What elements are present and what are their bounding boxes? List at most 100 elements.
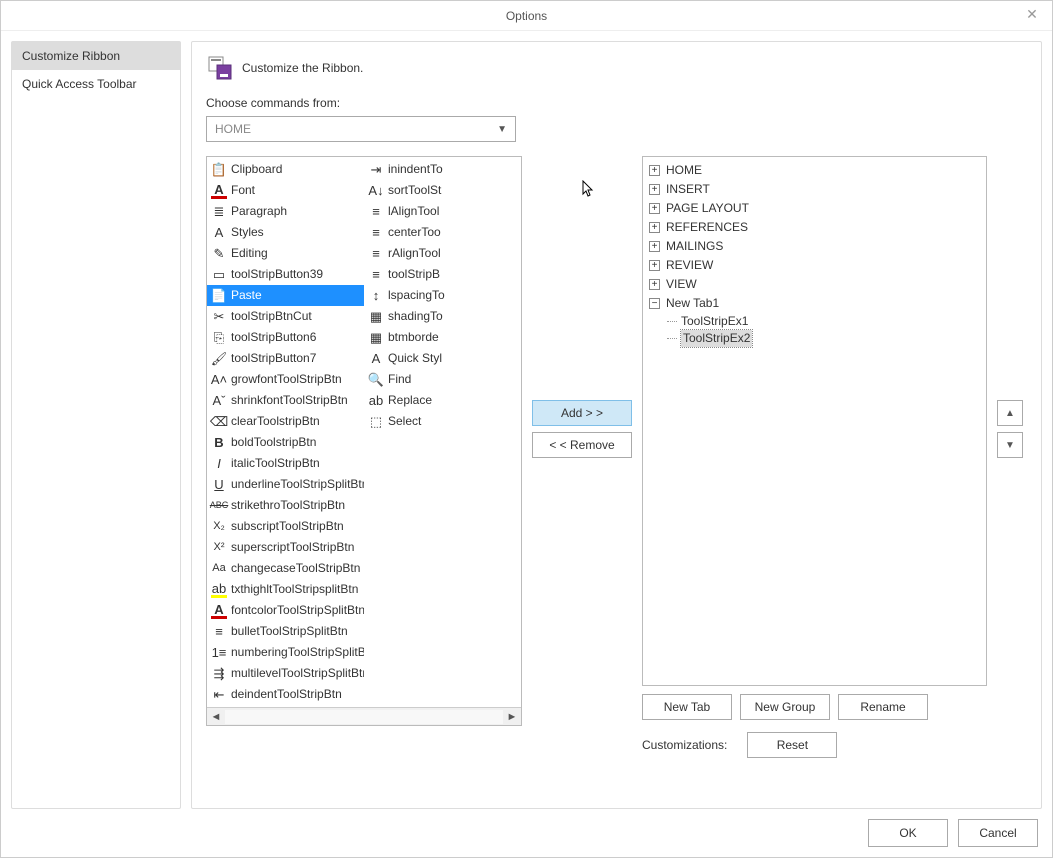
tree-node[interactable]: + HOME [647,161,982,180]
command-item[interactable]: ≡lAlignTool [364,201,521,222]
tree-node[interactable]: −New Tab1 [647,294,982,313]
command-item[interactable]: X²superscriptToolStripBtn [207,537,364,558]
styles-icon: A [211,225,227,241]
lalign-icon: ≡ [368,204,384,220]
expand-icon[interactable]: + [649,184,660,195]
command-item[interactable]: ⇶multilevelToolStripSplitBtn [207,663,364,684]
expand-icon[interactable]: + [649,165,660,176]
copy-icon: ⎘ [211,330,227,346]
move-down-button[interactable]: ▼ [997,432,1023,458]
sidebar-item-customize-ribbon[interactable]: Customize Ribbon [12,42,180,70]
add-button[interactable]: Add > > [532,400,632,426]
command-item[interactable]: abReplace [364,390,521,411]
command-item[interactable]: ≡bulletToolStripSplitBtn [207,621,364,642]
page-title: Customize the Ribbon. [242,61,363,75]
tree-node-label: PAGE LAYOUT [666,200,749,217]
command-item[interactable]: AQuick Styl [364,348,521,369]
command-item[interactable]: AachangecaseToolStripBtn [207,558,364,579]
tree-node-label: HOME [666,162,702,179]
remove-button[interactable]: < < Remove [532,432,632,458]
expand-icon[interactable]: + [649,279,660,290]
command-label: Paste [231,287,262,304]
command-item[interactable]: ✎Editing [207,243,364,264]
command-item[interactable]: 📋Clipboard [207,159,364,180]
window-title: Options [506,9,547,23]
linespacing-icon: ↕ [368,288,384,304]
tree-child-label: ToolStripEx1 [681,313,748,330]
expand-icon[interactable]: + [649,222,660,233]
command-item[interactable]: 📄Paste [207,285,364,306]
command-item[interactable]: ≡centerToo [364,222,521,243]
command-label: shrinkfontToolStripBtn [231,392,348,409]
ribbon-header-icon [206,54,234,82]
new-tab-button[interactable]: New Tab [642,694,732,720]
tree-node[interactable]: + PAGE LAYOUT [647,199,982,218]
tree-child-node[interactable]: ToolStripEx1 [647,313,982,330]
expand-icon[interactable]: + [649,241,660,252]
tree-node[interactable]: +REFERENCES [647,218,982,237]
border-icon: ▦ [368,330,384,346]
shading-icon: ▦ [368,309,384,325]
command-label: multilevelToolStripSplitBtn [231,665,364,682]
command-item[interactable]: IitalicToolStripBtn [207,453,364,474]
command-item[interactable]: AFont [207,180,364,201]
tree-node[interactable]: +INSERT [647,180,982,199]
select-icon: ⬚ [368,414,384,430]
command-item[interactable]: ⎘toolStripButton6 [207,327,364,348]
tree-node[interactable]: +MAILINGS [647,237,982,256]
command-item[interactable]: ↕lspacingTo [364,285,521,306]
command-item[interactable]: ▭toolStripButton39 [207,264,364,285]
tree-node-label: REVIEW [666,257,713,274]
scroll-track[interactable] [225,710,503,724]
choose-commands-label: Choose commands from: [206,96,1027,110]
command-item[interactable]: UunderlineToolStripSplitBtn [207,474,364,495]
command-item[interactable]: ABCstrikethroToolStripBtn [207,495,364,516]
command-label: Clipboard [231,161,282,178]
close-icon[interactable]: ✕ [1022,6,1042,23]
command-item[interactable]: ⇥inindentTo [364,159,521,180]
scroll-left-arrow[interactable]: ◄ [207,711,225,723]
command-item[interactable]: 🔍Find [364,369,521,390]
command-item[interactable]: ▦shadingTo [364,306,521,327]
chevron-down-icon: ▼ [497,124,507,135]
command-item[interactable]: ▦btmborde [364,327,521,348]
sidebar-item-quick-access-toolbar[interactable]: Quick Access Toolbar [12,70,180,98]
command-item[interactable]: ≡toolStripB [364,264,521,285]
command-item[interactable]: AˇshrinkfontToolStripBtn [207,390,364,411]
command-item[interactable]: 1≡numberingToolStripSplitBtn [207,642,364,663]
scroll-right-arrow[interactable]: ► [503,711,521,723]
command-item[interactable]: A˄growfontToolStripBtn [207,369,364,390]
command-item[interactable]: ⇤deindentToolStripBtn [207,684,364,705]
subscript-icon: X₂ [211,519,227,535]
collapse-icon[interactable]: − [649,298,660,309]
tree-child-node[interactable]: ToolStripEx2 [647,330,982,347]
command-item[interactable]: ⬚Select [364,411,521,432]
expand-icon[interactable]: + [649,203,660,214]
reset-button[interactable]: Reset [747,732,837,758]
commands-horizontal-scrollbar[interactable]: ◄ ► [207,707,521,725]
expand-icon[interactable]: + [649,260,660,271]
command-item[interactable]: A↓sortToolSt [364,180,521,201]
new-group-button[interactable]: New Group [740,694,830,720]
command-label: shadingTo [388,308,443,325]
command-item[interactable]: 🖌toolStripButton7 [207,348,364,369]
cancel-button[interactable]: Cancel [958,819,1038,847]
tree-node-label: VIEW [666,276,697,293]
rename-button[interactable]: Rename [838,694,928,720]
command-item[interactable]: abtxthighltToolStripsplitBtn [207,579,364,600]
move-up-button[interactable]: ▲ [997,400,1023,426]
command-item[interactable]: X₂subscriptToolStripBtn [207,516,364,537]
commands-source-dropdown[interactable]: HOME ▼ [206,116,516,142]
command-label: Editing [231,245,268,262]
command-label: italicToolStripBtn [231,455,320,472]
command-item[interactable]: AStyles [207,222,364,243]
command-item[interactable]: ≡rAlignTool [364,243,521,264]
command-item[interactable]: AfontcolorToolStripSplitBtn [207,600,364,621]
command-item[interactable]: ✂toolStripBtnCut [207,306,364,327]
command-item[interactable]: BboldToolstripBtn [207,432,364,453]
ok-button[interactable]: OK [868,819,948,847]
tree-node[interactable]: + VIEW [647,275,982,294]
command-item[interactable]: ⌫clearToolstripBtn [207,411,364,432]
tree-node[interactable]: + REVIEW [647,256,982,275]
command-item[interactable]: ≣Paragraph [207,201,364,222]
